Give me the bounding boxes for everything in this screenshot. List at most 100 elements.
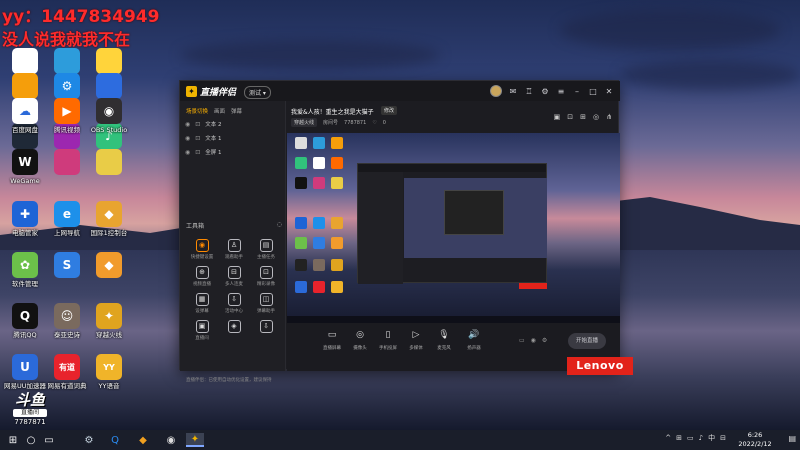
category-badge[interactable]: 穿越火线	[291, 118, 318, 127]
desktop-shortcut[interactable]: U 网易UU加速器	[2, 354, 48, 390]
desktop-shortcut[interactable]: W WeGame	[2, 149, 48, 185]
windows-start-icon[interactable]: ⊞	[4, 433, 22, 447]
eye-icon[interactable]: ◉	[531, 337, 536, 344]
refresh-icon[interactable]: ◌	[277, 221, 282, 230]
gear-icon[interactable]: ⚙	[542, 337, 547, 344]
message-icon[interactable]: ✉	[508, 87, 518, 96]
settings-icon[interactable]: ⚙	[540, 87, 550, 96]
camera-button[interactable]: ◎ 摄像头	[345, 330, 375, 351]
desktop-shortcut[interactable]: ✦ 穿越火线	[86, 303, 132, 339]
qq-browser-icon[interactable]: Q	[106, 433, 124, 447]
tray-icon[interactable]: ⊞	[676, 434, 682, 442]
maximize-icon[interactable]: □	[588, 87, 598, 96]
desktop-shortcut[interactable]: ✿ 软件管理	[2, 252, 48, 288]
desktop-shortcut[interactable]: ☺ 泰亚史诗	[44, 303, 90, 339]
phone-cast-button[interactable]: ▯ 手机投屏	[373, 330, 403, 351]
desktop-shortcut[interactable]: Q 腾讯QQ	[2, 303, 48, 339]
desktop-shortcut[interactable]: ☁ 百度网盘	[2, 98, 48, 134]
desktop-shortcut[interactable]: ◉ OBS Studio	[86, 98, 132, 134]
desktop-shortcut[interactable]: ✚ 电脑管家	[2, 201, 48, 237]
douyu-app-icon[interactable]: ◆	[134, 433, 152, 447]
record-icon[interactable]: ◎	[593, 113, 599, 121]
media-button[interactable]: ▷ 多媒体	[401, 330, 431, 351]
stream-preview[interactable]	[287, 133, 620, 323]
tool-button[interactable]: ⇩	[250, 320, 282, 341]
tray-icon[interactable]: ⊟	[720, 434, 726, 442]
desktop-shortcut[interactable]	[44, 48, 90, 74]
shirt-icon[interactable]: ♖	[524, 87, 534, 96]
record-icon[interactable]: ▭	[519, 337, 525, 344]
tray-icon[interactable]: ♪	[699, 434, 703, 442]
stream-title: 我爱&人孩！重生之我是大猫子	[291, 109, 374, 116]
camera-icon[interactable]: ▣	[554, 113, 561, 121]
task-view-icon[interactable]: ▭	[40, 433, 58, 447]
desktop-shortcut[interactable]: ⚙	[44, 73, 90, 99]
clock[interactable]: 6:26 2022/2/12	[730, 431, 780, 449]
tool-button[interactable]: ⊕ 视频直播	[186, 266, 218, 287]
tray-icon[interactable]: ^	[665, 434, 671, 442]
tool-button[interactable]: ⇩ 活动中心	[218, 293, 250, 314]
desktop-shortcut[interactable]	[86, 73, 132, 99]
tool-button[interactable]: ◉ 快捷键设置	[186, 239, 218, 260]
tab-canvas[interactable]: 画面	[214, 107, 225, 117]
desktop-shortcut-label: 百度网盘	[12, 126, 38, 134]
tab-danmu[interactable]: 弹幕	[231, 107, 242, 117]
live-companion-window[interactable]: ✦ 直播伴侣 测试 ▾ ✉ ♖ ⚙ ≡ – □ ✕ 场景切换 画面 弹幕 ◉ ⊡ 文…	[179, 80, 620, 383]
gift-icon[interactable]: ⊞	[580, 113, 586, 121]
control-label: 摄像头	[353, 346, 367, 351]
tool-button[interactable]: ◈	[218, 320, 250, 341]
live-companion-taskbar-icon[interactable]: ✦	[186, 433, 204, 447]
tool-button[interactable]: ▤ 主播任务	[250, 239, 282, 260]
tab-scene[interactable]: 场景切换	[186, 107, 208, 117]
desktop-shortcut[interactable]: 有道 网易有道词典	[44, 354, 90, 390]
tool-button[interactable]: ◫ 弹幕助手	[250, 293, 282, 314]
eye-icon[interactable]: ◉	[185, 135, 190, 142]
obs-icon: ◉	[96, 98, 122, 124]
lock-icon[interactable]: ⊡	[195, 121, 200, 128]
tool-button[interactable]: ♙ 观看助手	[218, 239, 250, 260]
search-icon[interactable]: ○	[22, 433, 40, 447]
screen-capture-button[interactable]: ▭ 直播屏幕	[317, 330, 347, 351]
desktop-shortcut[interactable]: e 上网导航	[44, 201, 90, 237]
desktop-shortcut[interactable]: ◆	[86, 252, 132, 278]
title-bar[interactable]: ✦ 直播伴侣 测试 ▾ ✉ ♖ ⚙ ≡ – □ ✕	[180, 81, 620, 101]
tray-icon[interactable]: 中	[708, 433, 715, 443]
yy-voice-icon: YY	[96, 354, 122, 380]
scene-item[interactable]: ◉ ⊡ 全屏 1	[180, 145, 285, 159]
tool-button[interactable]: ⊡ 精彩录像	[250, 266, 282, 287]
desktop-shortcut[interactable]: YY YY语音	[86, 354, 132, 390]
microphone-button[interactable]: 🎙 麦克风	[429, 330, 459, 351]
lock-icon[interactable]: ⊡	[195, 135, 200, 142]
desktop-shortcut[interactable]: ▶ 腾讯视频	[44, 98, 90, 134]
avatar[interactable]	[490, 85, 502, 97]
menu-icon[interactable]: ≡	[556, 87, 566, 96]
version-badge[interactable]: 测试 ▾	[244, 86, 271, 99]
desktop-shortcut[interactable]	[44, 149, 90, 175]
scene-item[interactable]: ◉ ⊡ 文本 2	[180, 117, 285, 131]
tool-button[interactable]: ⊟ 多人连麦	[218, 266, 250, 287]
desktop-shortcut[interactable]: S	[44, 252, 90, 278]
desktop-shortcut[interactable]	[86, 149, 132, 175]
eye-icon[interactable]: ◉	[185, 149, 190, 156]
lock-icon[interactable]: ⊡	[195, 149, 200, 156]
tool-button[interactable]: ▣ 直播间	[186, 320, 218, 341]
start-live-button[interactable]: 开始直播	[568, 333, 606, 349]
desktop-shortcut[interactable]	[2, 48, 48, 74]
media-icon: ▷	[412, 330, 420, 340]
desktop-shortcut[interactable]: ◆ 国际1控制台	[86, 201, 132, 237]
lock-icon[interactable]: ⊡	[567, 113, 573, 121]
eye-icon[interactable]: ◉	[185, 121, 190, 128]
obs-taskbar-icon[interactable]: ◉	[162, 433, 180, 447]
minimize-icon[interactable]: –	[572, 87, 582, 96]
scene-item[interactable]: ◉ ⊡ 文本 1	[180, 131, 285, 145]
edit-title-button[interactable]: 修改	[381, 106, 398, 115]
tray-icon[interactable]: ▭	[687, 434, 694, 442]
steam-icon[interactable]: ⚙	[80, 433, 98, 447]
close-icon[interactable]: ✕	[604, 87, 614, 96]
tool-button[interactable]: ▦ 设弹幕	[186, 293, 218, 314]
desktop-shortcut[interactable]	[86, 48, 132, 74]
notification-icon[interactable]: ▤	[788, 434, 796, 443]
desktop-shortcut[interactable]	[2, 73, 48, 99]
share-icon[interactable]: ⋔	[606, 113, 612, 121]
speaker-button[interactable]: 🔊 扬声器	[459, 330, 489, 351]
